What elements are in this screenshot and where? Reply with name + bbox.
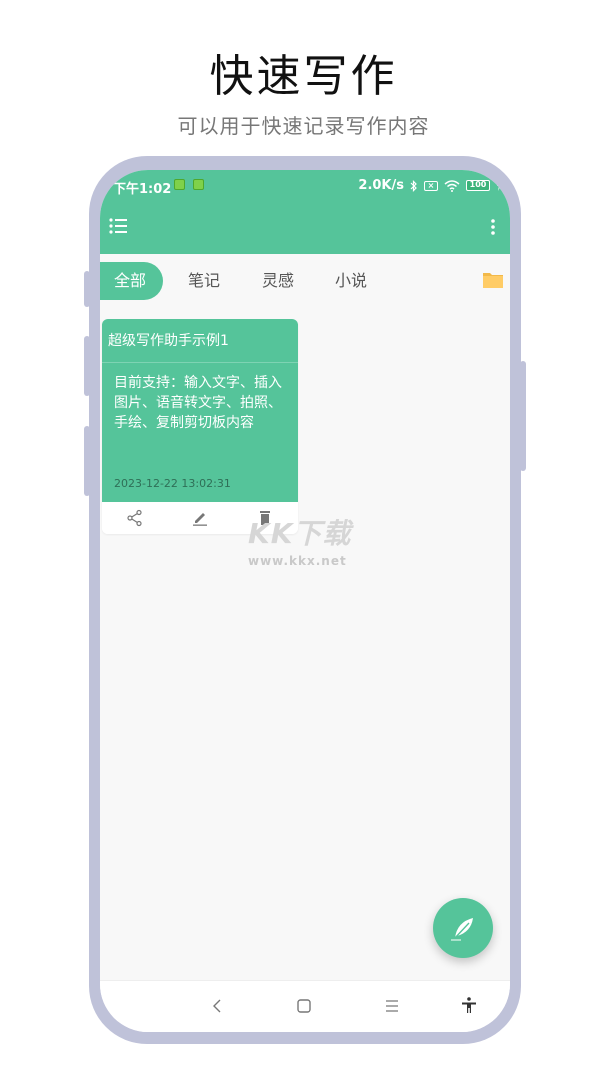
note-timestamp: 2023-12-22 13:02:31 xyxy=(114,477,231,490)
category-tabs: 全部 笔记 灵感 小说 xyxy=(100,262,510,300)
phone-side-button xyxy=(84,336,90,396)
recents-icon xyxy=(386,1000,398,1012)
share-icon xyxy=(127,509,142,527)
more-vertical-icon xyxy=(491,219,495,235)
recents-button[interactable] xyxy=(381,995,403,1017)
folder-icon xyxy=(483,273,503,288)
new-note-fab[interactable] xyxy=(433,898,493,958)
watermark-logo: KK下载 xyxy=(248,517,352,550)
status-time: 下午1:02 xyxy=(113,182,172,197)
notification-app-icon xyxy=(193,179,204,190)
phone-side-button xyxy=(520,361,526,471)
tab-all[interactable]: 全部 xyxy=(100,262,163,300)
phone-side-button xyxy=(84,271,90,307)
tab-notes[interactable]: 笔记 xyxy=(188,262,220,300)
menu-button[interactable] xyxy=(108,216,132,236)
status-bar: 下午1:02 2.0K/s × 100 xyxy=(100,170,510,200)
list-menu-icon xyxy=(109,218,127,234)
battery-icon: 100 xyxy=(466,180,490,191)
accessibility-button[interactable] xyxy=(458,995,480,1017)
system-nav-bar xyxy=(100,980,510,1032)
accessibility-icon xyxy=(462,997,476,1013)
note-content: 目前支持：输入文字、插入图片、语音转文字、拍照、手绘、复制剪切板内容 xyxy=(114,375,282,431)
phone-screen: 下午1:02 2.0K/s × 100 全部 笔记 灵感 小说 超级写作助手示例… xyxy=(100,170,510,1032)
promo-subtitle: 可以用于快速记录写作内容 xyxy=(177,114,430,138)
watermark: KK下载 www.kkx.net xyxy=(248,512,368,572)
charging-icon xyxy=(497,180,501,191)
more-options-button[interactable] xyxy=(488,217,498,237)
edit-icon xyxy=(193,513,207,526)
home-button[interactable] xyxy=(293,995,315,1017)
tab-inspiration[interactable]: 灵感 xyxy=(262,262,294,300)
note-body: 目前支持：输入文字、插入图片、语音转文字、拍照、手绘、复制剪切板内容 2023-… xyxy=(102,363,298,502)
edit-button[interactable] xyxy=(191,509,209,527)
tab-novel[interactable]: 小说 xyxy=(335,262,367,300)
folder-button[interactable] xyxy=(482,271,504,289)
bluetooth-icon xyxy=(410,179,417,192)
note-card[interactable]: 超级写作助手示例1 目前支持：输入文字、插入图片、语音转文字、拍照、手绘、复制剪… xyxy=(102,319,298,534)
app-bar: 下午1:02 2.0K/s × 100 xyxy=(100,170,510,254)
notification-app-icon xyxy=(174,179,185,190)
no-sim-icon: × xyxy=(424,180,438,191)
phone-side-button xyxy=(84,426,90,496)
back-button[interactable] xyxy=(206,995,228,1017)
watermark-url: www.kkx.net xyxy=(248,554,347,568)
back-icon xyxy=(213,999,221,1013)
promo-title: 快速写作 xyxy=(209,51,398,102)
wifi-icon xyxy=(444,179,460,192)
phone-frame: 下午1:02 2.0K/s × 100 全部 笔记 灵感 小说 超级写作助手示例… xyxy=(84,156,526,1044)
note-title: 超级写作助手示例1 xyxy=(102,319,298,363)
home-icon xyxy=(297,999,311,1013)
net-speed: 2.0K/s xyxy=(358,178,404,193)
share-button[interactable] xyxy=(126,509,144,527)
feather-quill-icon xyxy=(451,918,473,941)
